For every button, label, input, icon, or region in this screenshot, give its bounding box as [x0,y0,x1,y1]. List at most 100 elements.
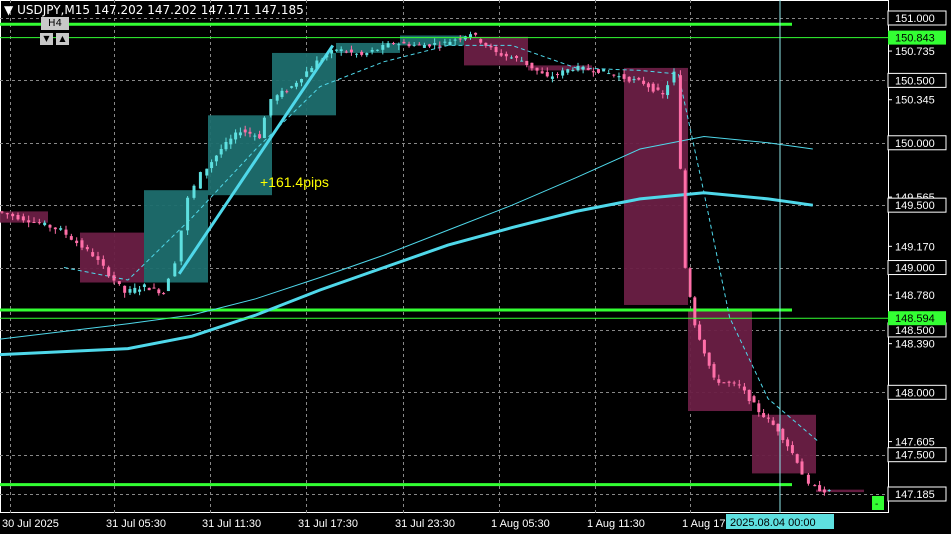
candle-body [632,79,636,81]
candle-body [458,38,462,40]
price-tick-label: 148.780 [895,290,935,302]
candle-body [561,70,565,76]
candle-body [248,131,252,134]
candle-body [386,43,390,48]
candle-body [781,428,785,441]
candle-body [520,60,524,62]
candle-body [69,236,73,240]
price-tick-label: 151.000 [895,13,935,25]
candle-body [702,339,706,354]
candle-body [438,45,442,47]
candle-body [179,230,183,262]
candle-body [162,293,166,295]
timeframe-badge[interactable]: H4 [41,17,69,30]
candle-body [412,44,416,46]
price-tick-label: 149.000 [895,263,935,275]
candle-body [540,71,544,74]
price-chart[interactable]: 151.000 150.735 150.500 150.345 150.000 149.5… [0,0,951,534]
candle-body [320,59,324,62]
time-tick-label: 31 Jul 17:30 [298,518,358,530]
candle-body [173,263,177,277]
candle-body [192,185,196,198]
price-tick-label: 147.605 [895,437,935,449]
crosshair-time-label: 2025.08.04 00:00 [730,517,816,529]
h4-box [688,309,752,412]
time-tick-label: 1 Aug 11:30 [587,518,645,530]
candle-body [101,259,105,266]
symbol-timeframe: USDJPY,M15 [17,3,90,17]
candle-body [566,69,570,73]
price-tick-label: 147.500 [895,450,935,462]
candle-body [37,222,41,224]
highlight-price-label: 150.843 [895,33,935,45]
candle-body [344,51,348,53]
candle-body [509,57,513,59]
candle-body [813,485,817,487]
candle-body [550,76,554,79]
candle-body [417,44,421,46]
candle-body [822,489,826,493]
candle-body [280,90,284,97]
candle-body [448,41,452,46]
time-tick-label: 31 Jul 23:30 [395,518,455,530]
candle-body [85,247,89,250]
candle-body [269,99,273,116]
candle-body [786,439,790,447]
candle-body [453,39,457,41]
candle-body [152,287,156,289]
candle-body [142,284,146,288]
candle-body [275,95,279,101]
candle-body [576,66,580,71]
candle-body [683,170,687,268]
timeframe-up-button[interactable]: ▲ [56,33,69,45]
candle-body [300,79,304,83]
candle-body [795,454,799,463]
candle-body [818,485,822,492]
candle-body [693,297,697,326]
candle-body [586,68,590,70]
candle-body [504,53,508,57]
candle-body [205,168,209,176]
time-tick-label: 31 Jul 11:30 [202,518,261,530]
candle-body [707,352,711,366]
candle-body [727,381,731,383]
menu-triangle-icon[interactable]: ▼ [4,3,13,17]
candle-body [790,445,794,454]
candle-body [325,55,329,58]
candle-body [128,289,132,293]
candle-body [612,74,616,76]
chart-header: ▼ USDJPY,M15 147.202 147.202 147.171 147… [4,3,304,17]
candle-body [474,32,478,35]
ohlc-values: 147.202 147.202 147.171 147.185 [93,3,304,17]
candle-body [489,45,493,48]
candle-body [468,34,472,38]
price-tick-label: 150.735 [895,46,935,58]
candle-body [43,222,47,226]
corner-marker: - [875,499,878,510]
price-tick-label: 150.500 [895,75,935,87]
candle-body [732,382,736,384]
h4-box [80,232,144,283]
pips-annotation: +161.4pips [260,174,329,190]
candle-body [147,287,151,291]
price-tick-label: 148.500 [895,325,935,337]
price-tick-label: 148.390 [895,339,935,351]
candle-body [285,91,289,93]
time-tick-label: 31 Jul 05:30 [106,518,166,530]
candle-body [717,379,721,383]
candle-body [484,42,488,46]
candle-body [80,240,84,248]
candle-body [678,75,682,169]
candle-body [752,396,756,403]
candle-body [355,53,359,55]
candle-body [712,364,716,378]
candle-body [742,386,746,391]
time-tick-label: 1 Aug 17 [682,518,725,530]
candle-body [64,229,68,235]
candle-body [581,66,585,70]
candle-body [776,423,780,432]
candle-body [238,132,242,136]
timeframe-down-button[interactable]: ▼ [40,33,53,45]
candle-body [402,41,406,44]
candle-body [258,134,262,139]
